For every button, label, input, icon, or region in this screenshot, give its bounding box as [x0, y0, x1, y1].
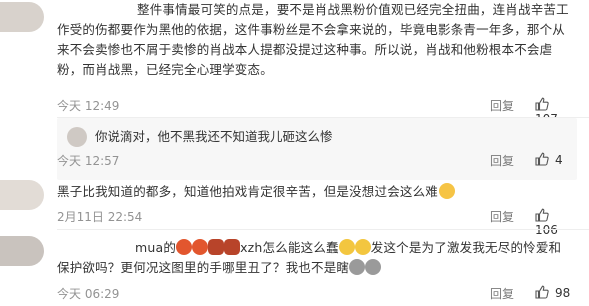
comment-text-part: xzh怎么能这么蠢	[240, 240, 339, 255]
like-button[interactable]: 4	[535, 152, 563, 167]
comment-text-body: 黑子比我知道的都多，知道他拍戏肯定很辛苦，但是没想过会这么难	[57, 184, 439, 199]
comment-text: mua的 xzh怎么能这么蠢 发这个是为了激发我无尽的怜爱和保护欲吗？更何况这图里的…	[57, 238, 567, 278]
like-count: 106	[535, 223, 558, 237]
comment-text: 黑子比我知道的都多，知道他拍戏肯定很辛苦，但是没想过会这么难	[57, 182, 577, 202]
reply-button[interactable]: 回复	[490, 285, 514, 302]
divider	[57, 229, 589, 230]
avatar[interactable]	[0, 2, 44, 32]
thumbs-up-icon	[535, 152, 549, 166]
comment-time: 今天 06:29	[57, 287, 120, 301]
panda-eyes-emoji	[349, 259, 366, 275]
like-button[interactable]: 98	[535, 285, 570, 300]
comment-meta: 2月11日 22:54 回复 106	[57, 208, 577, 237]
comment-meta: 今天 12:57 回复 4	[57, 152, 577, 168]
comment-meta: 今天 06:29 回复 98	[57, 285, 577, 301]
like-count: 98	[555, 286, 571, 300]
comment-time: 2月11日 22:54	[57, 210, 143, 224]
fire-bear-emoji	[208, 239, 225, 255]
avatar[interactable]	[0, 236, 44, 266]
laughing-face-emoji	[338, 239, 355, 255]
sub-reply: 你说滴对，他不黑我还不知道我儿砸这么惨 今天 12:57 回复 4	[57, 118, 577, 180]
avatar[interactable]	[0, 180, 44, 210]
angry-face-emoji	[192, 239, 209, 255]
comment-time: 今天 12:57	[57, 154, 120, 168]
laughing-face-emoji	[354, 239, 371, 255]
panda-eyes-emoji	[365, 259, 382, 275]
comment-text: 你说滴对，他不黑我还不知道我儿砸这么惨	[95, 129, 333, 144]
fire-bear-emoji	[224, 239, 241, 255]
comment-meta: 今天 12:49 回复 107	[57, 97, 577, 126]
comment-text: 整件事情最可笑的点是，要不是肖战黑粉价值观已经完全扭曲，连肖战辛苦工作受的伤都要…	[57, 2, 569, 77]
avatar[interactable]	[67, 127, 87, 147]
crying-face-emoji	[439, 183, 456, 199]
reply-button[interactable]: 回复	[490, 97, 514, 114]
like-count: 4	[555, 153, 563, 167]
reply-button[interactable]: 回复	[490, 152, 514, 169]
reply-button[interactable]: 回复	[490, 208, 514, 225]
like-button[interactable]: 106	[535, 208, 577, 237]
angry-face-emoji	[176, 239, 193, 255]
thumbs-up-icon	[535, 208, 549, 222]
comment-text-part: mua的	[135, 240, 177, 255]
comment-time: 今天 12:49	[57, 99, 120, 113]
thumbs-up-icon	[535, 285, 549, 299]
thumbs-up-icon	[535, 97, 549, 111]
